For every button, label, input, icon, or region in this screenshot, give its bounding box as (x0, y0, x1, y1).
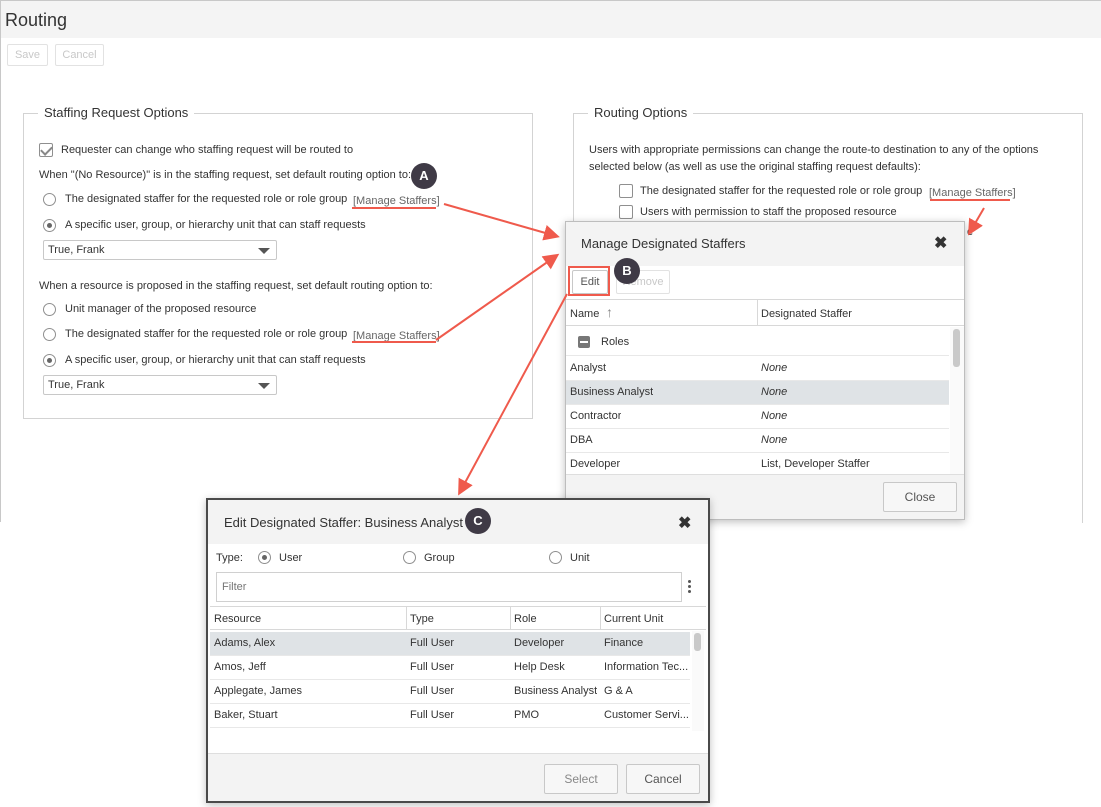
arrow-b (435, 253, 560, 341)
annotation-marker-b: B (614, 258, 640, 284)
arrow-d (458, 293, 568, 496)
annotation-marker-a: A (411, 163, 437, 189)
arrow-c (967, 207, 985, 236)
arrow-a (443, 203, 560, 241)
annotation-arrows (435, 203, 985, 496)
annotation-marker-c: C (465, 508, 491, 534)
